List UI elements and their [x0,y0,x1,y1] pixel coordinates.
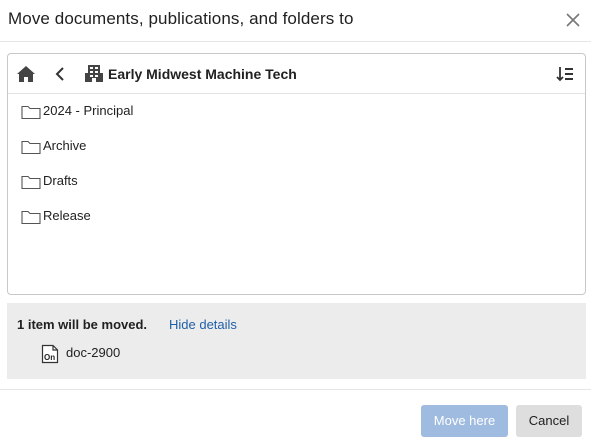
browser-nav: Early Midwest Machine Tech [8,54,585,94]
folder-icon [21,175,41,190]
close-icon[interactable] [563,10,583,30]
folder-item[interactable]: Drafts [20,168,575,196]
back-icon[interactable] [53,65,67,83]
folder-browser: Early Midwest Machine Tech 2024 - Princi… [7,53,586,295]
cancel-button[interactable]: Cancel [516,405,582,437]
svg-text:On: On [44,353,55,362]
folder-item[interactable]: 2024 - Principal [20,98,575,126]
move-dialog: Move documents, publications, and folder… [0,0,591,444]
folder-icon [21,210,41,225]
sort-icon[interactable] [556,65,574,83]
breadcrumb[interactable]: Early Midwest Machine Tech [108,66,297,82]
dialog-title: Move documents, publications, and folder… [8,9,354,28]
company-building-icon [85,64,103,83]
home-icon[interactable] [16,65,36,83]
folder-label: Archive [43,138,87,153]
folder-label: Release [43,208,91,223]
move-here-button[interactable]: Move here [421,405,508,437]
onshape-document-icon: On [40,344,60,364]
moved-item-name: doc-2900 [66,345,121,360]
folder-icon [21,140,41,155]
items-count-text: 1 item will be moved. [17,317,148,332]
dialog-footer: Move here Cancel [0,389,591,444]
folder-item[interactable]: Archive [20,133,575,161]
folder-icon [21,105,41,120]
folder-label: 2024 - Principal [43,103,134,118]
dialog-header: Move documents, publications, and folder… [0,0,591,42]
hide-details-link[interactable]: Hide details [169,317,237,332]
folder-item[interactable]: Release [20,203,575,231]
folder-label: Drafts [43,173,78,188]
move-details-panel: 1 item will be moved. Hide details On do… [7,303,586,379]
